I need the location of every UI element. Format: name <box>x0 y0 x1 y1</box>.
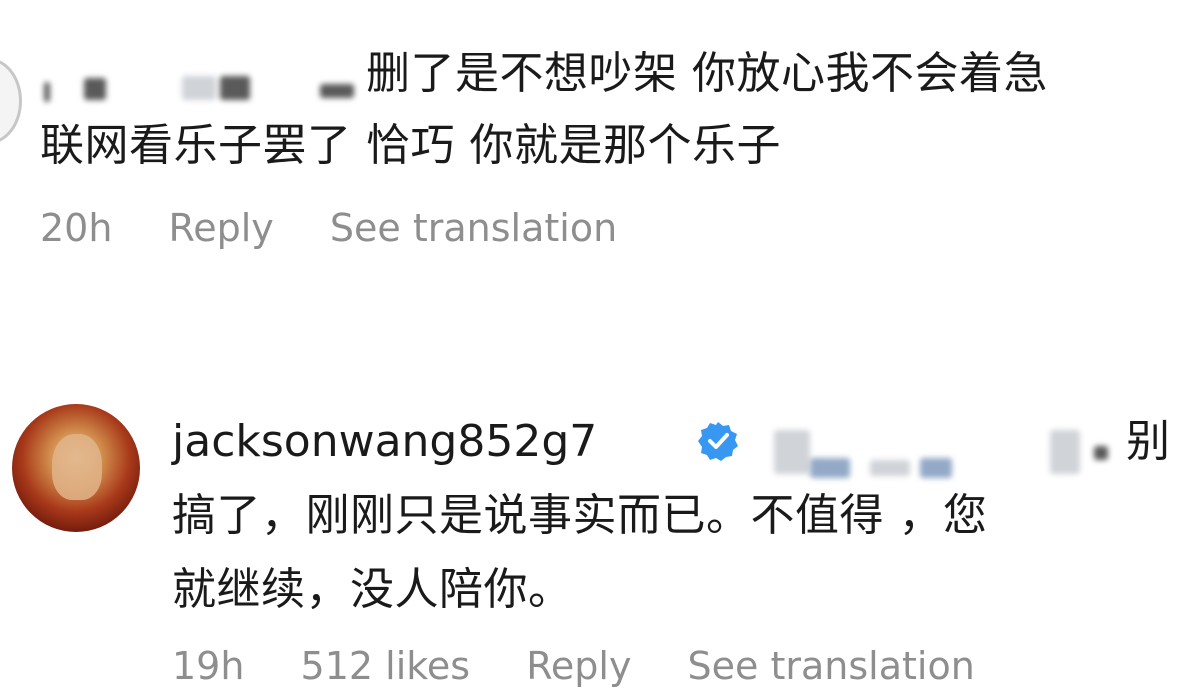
redacted-username <box>84 78 106 100</box>
comment-text-line: 就继续，没人陪你。 <box>172 564 573 615</box>
comment-text-line: 搞了，刚刚只是说事实而已。不值得 ，您 <box>172 490 988 541</box>
comment-time: 20h <box>40 206 113 250</box>
comment-username[interactable]: jacksonwang852g7 <box>172 412 597 472</box>
commenter-avatar[interactable] <box>0 58 22 144</box>
redacted-mention <box>920 458 952 478</box>
redacted-mention <box>774 430 810 474</box>
redacted-username <box>182 76 216 100</box>
reply-button[interactable]: Reply <box>526 644 631 688</box>
comment-meta: 19h 512 likes Reply See translation <box>172 644 1019 688</box>
comment-meta: 20h Reply See translation <box>40 206 661 250</box>
jackson-avatar[interactable] <box>12 404 140 532</box>
redacted-mention <box>810 458 850 478</box>
see-translation-button[interactable]: See translation <box>688 644 975 688</box>
comment-text-line: 联网看乐子罢了 恰巧 你就是那个乐子 <box>40 120 781 171</box>
redacted-mention <box>1050 430 1080 474</box>
comment-time: 19h <box>172 644 245 688</box>
comment-text-line: 删了是不想吵架 你放心我不会着急 <box>366 48 1048 99</box>
redacted-username <box>44 82 50 102</box>
reply-button[interactable]: Reply <box>169 206 274 250</box>
avatar-face <box>52 434 102 500</box>
redacted-mention <box>1094 446 1108 460</box>
likes-count[interactable]: 512 likes <box>301 644 471 688</box>
verified-badge-icon <box>698 422 738 461</box>
see-translation-button[interactable]: See translation <box>330 206 617 250</box>
comment-text-line: 别 <box>1126 416 1170 467</box>
redacted-mention <box>870 460 910 476</box>
redacted-username <box>320 84 354 98</box>
redacted-username <box>220 76 250 100</box>
